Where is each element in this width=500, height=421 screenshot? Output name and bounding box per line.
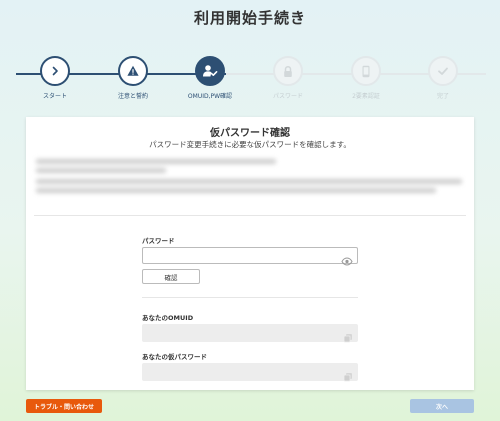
- confirm-button[interactable]: 確認: [142, 269, 200, 284]
- omuid-label: あなたのOMUID: [142, 314, 194, 322]
- step-label: 2要素認証: [352, 93, 380, 100]
- divider: [142, 297, 358, 298]
- step-label: 注意と誓約: [117, 93, 148, 100]
- copy-icon[interactable]: [343, 328, 353, 347]
- password-field[interactable]: [142, 247, 358, 266]
- temp-password-label: あなたの仮パスワード: [142, 353, 207, 361]
- next-button[interactable]: 次へ: [410, 399, 474, 413]
- warning-icon: [118, 56, 148, 86]
- chevron-right-icon: [40, 56, 70, 86]
- step-label: パスワード: [272, 93, 303, 100]
- step-label: OMUID,PW確認: [187, 93, 233, 100]
- user-check-icon: [195, 56, 225, 86]
- card-title: 仮パスワード確認: [210, 128, 290, 139]
- blurred-instructions: [34, 157, 466, 205]
- step-label: スタート: [42, 93, 67, 100]
- step-complete: 完了: [408, 56, 478, 100]
- divider: [34, 215, 466, 216]
- phone-icon: [351, 56, 381, 86]
- step-omuid-pw: OMUID,PW確認: [175, 56, 245, 100]
- lock-icon: [273, 56, 303, 86]
- step-password: パスワード: [253, 56, 323, 100]
- check-icon: [428, 56, 458, 86]
- step-notice: 注意と誓約: [98, 56, 168, 100]
- eye-icon[interactable]: [341, 251, 353, 270]
- trouble-contact-button[interactable]: トラブル・問い合わせ: [26, 399, 102, 413]
- main-card: 仮パスワード確認 パスワード変更手続きに必要な仮パスワードを確認します。 パスワ…: [26, 117, 474, 390]
- step-label: 完了: [436, 93, 449, 100]
- password-label: パスワード: [142, 237, 175, 245]
- card-subtitle: パスワード変更手続きに必要な仮パスワードを確認します。: [149, 140, 351, 149]
- omuid-field: [142, 324, 358, 343]
- step-two-factor: 2要素認証: [331, 56, 401, 100]
- temp-password-field: [142, 363, 358, 382]
- step-start: スタート: [20, 56, 90, 100]
- copy-icon[interactable]: [343, 367, 353, 386]
- progress-stepper: スタート 注意と誓約 OMUID,PW確認 パスワード 2要素認証 完了: [0, 56, 500, 106]
- page-title: 利用開始手続き: [193, 9, 306, 27]
